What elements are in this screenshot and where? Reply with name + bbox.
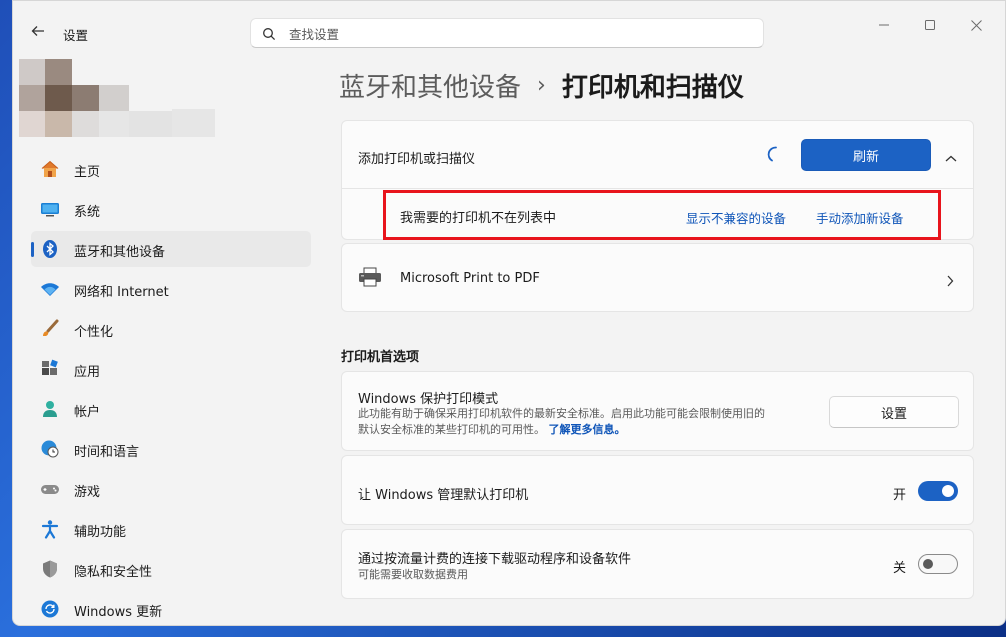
- protected-mode-desc-line2: 默认安全标准的某些打印机的可用性。 了解更多信息。: [358, 422, 626, 438]
- sidebar-item-gaming[interactable]: 游戏: [31, 471, 311, 507]
- settings-window: 设置 主页: [12, 0, 1006, 626]
- brush-icon: [40, 319, 60, 339]
- loading-spinner-icon: [764, 145, 782, 167]
- sidebar-item-accounts[interactable]: 帐户: [31, 391, 311, 427]
- maximize-icon: [925, 20, 935, 30]
- shield-icon: [40, 559, 60, 579]
- protected-mode-desc-line1: 此功能有助于确保采用打印机软件的最新安全标准。启用此功能可能会限制使用旧的: [358, 407, 765, 420]
- metered-state-label: 关: [893, 561, 907, 576]
- metered-desc: 可能需要收取数据费用: [358, 568, 468, 581]
- manage-default-title: 让 Windows 管理默认打印机: [358, 488, 529, 503]
- protected-mode-desc-text: 默认安全标准的某些打印机的可用性。: [358, 423, 545, 436]
- sidebar-item-label: 蓝牙和其他设备: [74, 245, 166, 260]
- minimize-button[interactable]: [861, 13, 907, 37]
- sidebar-item-apps[interactable]: 应用: [31, 351, 311, 387]
- app-title: 设置: [63, 28, 89, 43]
- sidebar-item-time-language[interactable]: 时间和语言: [31, 431, 311, 467]
- sidebar-item-personalization[interactable]: 个性化: [31, 311, 311, 347]
- person-icon: [40, 399, 60, 419]
- sidebar-item-label: 帐户: [74, 405, 101, 420]
- breadcrumb-parent[interactable]: 蓝牙和其他设备: [339, 67, 521, 104]
- sidebar-item-label: 时间和语言: [74, 445, 140, 460]
- avatar[interactable]: [19, 59, 215, 137]
- breadcrumb: 蓝牙和其他设备 › 打印机和扫描仪: [339, 67, 744, 104]
- add-printer-header[interactable]: 添加打印机或扫描仪 刷新: [342, 121, 973, 188]
- sidebar-item-privacy[interactable]: 隐私和安全性: [31, 551, 311, 587]
- sidebar-item-bluetooth[interactable]: 蓝牙和其他设备: [31, 231, 311, 267]
- globe-clock-icon: [40, 439, 60, 459]
- printer-name: Microsoft Print to PDF: [400, 271, 540, 286]
- sidebar-item-system[interactable]: 系统: [31, 191, 311, 227]
- divider: [342, 188, 973, 189]
- update-icon: [40, 599, 60, 619]
- sidebar-nav: 主页 系统 蓝牙和其他设备 网络和 Internet 个性化 应用 帐户 时间和…: [31, 151, 311, 625]
- manage-default-toggle[interactable]: [918, 481, 958, 501]
- accessibility-icon: [40, 519, 60, 539]
- printer-icon: [358, 267, 382, 291]
- add-printer-title: 添加打印机或扫描仪: [358, 152, 476, 167]
- close-icon: [970, 19, 982, 31]
- sidebar-item-label: 隐私和安全性: [74, 565, 153, 580]
- highlight-box: [383, 190, 941, 240]
- back-button[interactable]: [27, 22, 49, 44]
- bluetooth-icon: [40, 239, 60, 259]
- metered-title: 通过按流量计费的连接下载驱动程序和设备软件: [358, 552, 632, 567]
- sidebar-item-label: 主页: [74, 165, 101, 180]
- wifi-icon: [40, 279, 60, 299]
- close-button[interactable]: [953, 13, 999, 37]
- sidebar-item-label: 网络和 Internet: [74, 285, 169, 300]
- sidebar-item-label: 辅助功能: [74, 525, 127, 540]
- manage-default-state-label: 开: [893, 488, 907, 503]
- maximize-button[interactable]: [907, 13, 953, 37]
- sidebar-item-home[interactable]: 主页: [31, 151, 311, 187]
- minimize-icon: [879, 24, 889, 26]
- sidebar-item-accessibility[interactable]: 辅助功能: [31, 511, 311, 547]
- apps-icon: [40, 359, 60, 379]
- monitor-icon: [40, 199, 60, 219]
- sidebar-item-label: 游戏: [74, 485, 101, 500]
- back-arrow-icon: [31, 26, 44, 36]
- search-input[interactable]: [289, 24, 749, 44]
- printer-row[interactable]: Microsoft Print to PDF: [341, 243, 974, 312]
- sidebar-item-windows-update[interactable]: Windows 更新: [31, 591, 311, 625]
- page-title: 打印机和扫描仪: [561, 73, 744, 103]
- protected-mode-settings-button[interactable]: 设置: [829, 396, 959, 428]
- protected-mode-title: Windows 保护打印模式: [358, 392, 499, 407]
- chevron-right-icon: [946, 272, 954, 291]
- printer-preferences-heading: 打印机首选项: [341, 350, 420, 365]
- protected-print-mode-card: Windows 保护打印模式 此功能有助于确保采用打印机软件的最新安全标准。启用…: [341, 371, 974, 451]
- sidebar-item-label: 应用: [74, 365, 101, 380]
- learn-more-link[interactable]: 了解更多信息。: [549, 423, 626, 436]
- breadcrumb-separator: ›: [537, 73, 546, 98]
- metered-toggle[interactable]: [918, 554, 958, 574]
- metered-download-card: 通过按流量计费的连接下载驱动程序和设备软件 可能需要收取数据费用 关: [341, 529, 974, 599]
- home-icon: [40, 159, 60, 179]
- gamepad-icon: [40, 479, 60, 499]
- sidebar-item-label: 系统: [74, 205, 101, 220]
- search-box[interactable]: [250, 18, 764, 48]
- sidebar-item-label: 个性化: [74, 325, 114, 340]
- sidebar-item-label: Windows 更新: [74, 605, 163, 620]
- search-icon: [262, 26, 276, 45]
- refresh-button[interactable]: 刷新: [801, 139, 931, 171]
- manage-default-printer-card: 让 Windows 管理默认打印机 开: [341, 455, 974, 525]
- chevron-up-icon[interactable]: [945, 149, 957, 168]
- sidebar-item-network[interactable]: 网络和 Internet: [31, 271, 311, 307]
